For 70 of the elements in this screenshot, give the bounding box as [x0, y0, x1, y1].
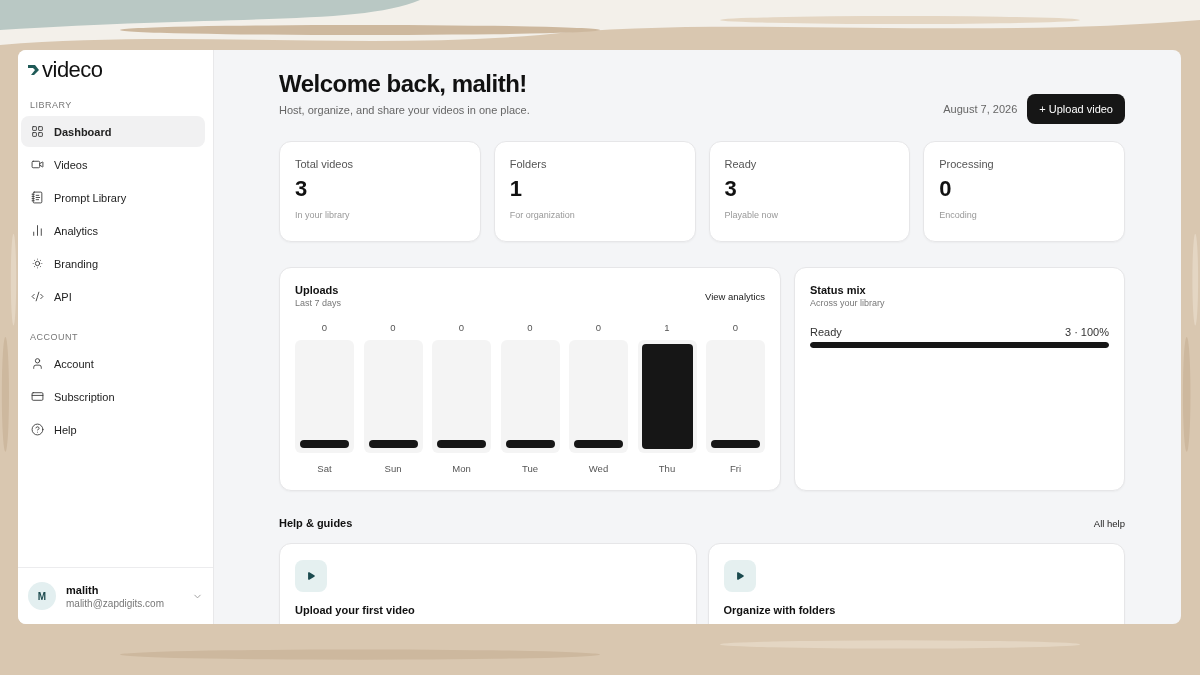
user-name: malith	[66, 583, 100, 596]
stat-value: 3	[724, 176, 738, 202]
user-email: malith@zapdigits.com	[66, 597, 165, 609]
nav-item[interactable]: Analytics	[21, 215, 205, 246]
status-label: Ready	[810, 326, 842, 338]
view-analytics-link[interactable]: View analytics	[704, 291, 765, 302]
stat-label: Folders	[509, 158, 548, 170]
code-icon	[31, 290, 44, 303]
stat-label: Total videos	[295, 158, 355, 170]
section-heading: ACCOUNT	[29, 332, 79, 342]
nav-item[interactable]: API	[21, 281, 205, 312]
stat-note: Playable now	[724, 210, 780, 220]
upload-count: 0	[458, 322, 465, 333]
nav-item[interactable]: Help	[21, 414, 205, 445]
upload-count: 1	[664, 322, 670, 333]
nav-item[interactable]: Account	[21, 348, 205, 379]
stat-label: Ready	[724, 158, 758, 170]
date-text: August 7, 2026	[943, 103, 1018, 115]
day-label: Mon	[452, 463, 471, 474]
stat-value: 1	[509, 176, 523, 202]
guide-card[interactable]: Upload your first video	[279, 543, 697, 624]
stat-label: Processing	[939, 158, 995, 170]
guide-title: Organize with folders	[723, 604, 837, 616]
guide-card[interactable]: Organize with folders	[707, 543, 1125, 624]
help-icon	[31, 423, 44, 436]
logo-icon	[28, 64, 40, 76]
bar-chart-icon	[31, 224, 44, 237]
nav-item[interactable]: Branding	[21, 248, 205, 279]
sun-icon	[31, 257, 44, 270]
user-icon	[31, 357, 44, 370]
day-label: Sat	[317, 463, 332, 474]
play-icon	[723, 560, 756, 592]
video-camera-icon	[31, 158, 44, 171]
card-subtitle: Across your library	[810, 298, 886, 308]
status-reading: 3 · 100%	[1064, 326, 1109, 338]
grid-icon	[31, 125, 44, 138]
day-label: Sun	[384, 463, 402, 474]
day-label: Fri	[729, 463, 742, 474]
stat-value: 0	[939, 176, 953, 202]
guide-title: Upload your first video	[295, 604, 416, 616]
card-title: Uploads	[295, 284, 340, 296]
section-heading: LIBRARY	[29, 100, 73, 110]
stat-value: 3	[295, 176, 309, 202]
play-icon	[295, 560, 327, 592]
logo-text: videco	[42, 57, 103, 83]
upload-count: 0	[527, 322, 533, 333]
nav-item[interactable]: Prompt Library	[21, 182, 205, 213]
nav-item[interactable]: Dashboard	[21, 116, 205, 147]
upload-count: 0	[595, 322, 602, 333]
day-label: Wed	[588, 463, 609, 474]
card-title: Status mix	[810, 284, 867, 296]
page-subtitle: Host, organize, and share your videos in one place.	[279, 104, 530, 116]
upload-count: 0	[390, 322, 396, 333]
day-label: Tue	[522, 463, 538, 474]
upload-count: 0	[732, 322, 739, 333]
upload-count: 0	[321, 322, 328, 333]
stat-note: Encoding	[939, 210, 978, 220]
stat-note: For organization	[509, 210, 576, 220]
nav-item[interactable]: Subscription	[21, 381, 205, 412]
nav-item[interactable]: Videos	[21, 149, 205, 180]
avatar: M	[28, 582, 56, 610]
credit-card-icon	[31, 390, 44, 403]
section-title: Help & guides	[279, 517, 353, 529]
stat-note: In your library	[295, 210, 351, 220]
page-title: Welcome back, malith!	[279, 70, 528, 98]
notebook-icon	[31, 191, 44, 204]
card-subtitle: Last 7 days	[295, 298, 342, 308]
day-label: Thu	[658, 463, 676, 474]
upload-button[interactable]: + Upload video	[1027, 94, 1125, 124]
all-help-link[interactable]: All help	[1093, 517, 1125, 529]
